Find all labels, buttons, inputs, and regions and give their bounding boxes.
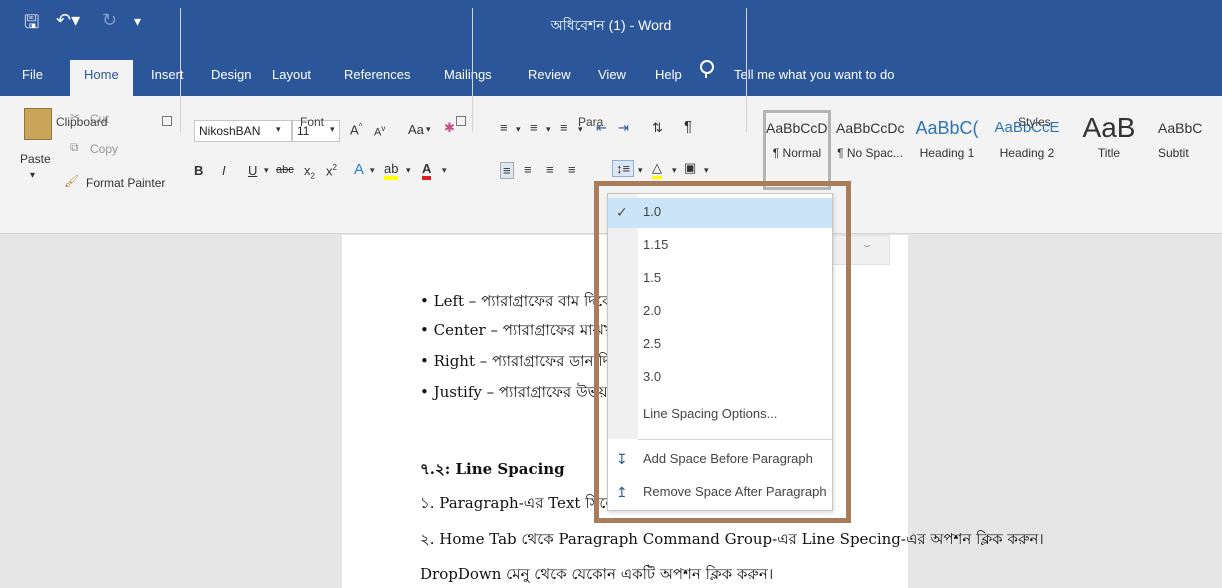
style-name: ¶ No Spac...	[837, 146, 903, 160]
style-name: Subtit	[1158, 146, 1189, 160]
numbering-dropdown-icon[interactable]: ▾	[546, 124, 551, 135]
group-divider	[472, 8, 473, 132]
superscript-icon[interactable]: x2	[326, 163, 337, 178]
paste-icon[interactable]	[24, 108, 52, 140]
style-preview: AaBbC(	[915, 118, 979, 138]
tab-home[interactable]: Home	[70, 60, 133, 96]
tab-layout[interactable]: Layout	[272, 64, 311, 96]
tab-references[interactable]: References	[344, 64, 410, 96]
style-name: Heading 1	[919, 146, 975, 160]
clipboard-group-label: Clipboard	[56, 115, 108, 129]
style-preview: AaBbCcDc	[836, 120, 904, 136]
multilevel-list-icon[interactable]: ≡	[560, 120, 568, 135]
font-size-dropdown-icon[interactable]: ▾	[330, 124, 335, 135]
change-case-dropdown-icon[interactable]: ▾	[426, 124, 431, 135]
style-no-spacing[interactable]: AaBbCcDc ¶ No Spac...	[836, 110, 904, 168]
line-spacing-button[interactable]: ↕≡	[612, 160, 635, 177]
borders-dropdown-icon[interactable]: ▾	[704, 165, 709, 176]
shading-dropdown-icon[interactable]: ▾	[672, 165, 677, 176]
clipboard-launcher-icon[interactable]	[162, 116, 172, 126]
shading-icon[interactable]: △	[652, 160, 662, 179]
doc-line: ২. Home Tab থেকে Paragraph Command Group…	[420, 530, 1044, 548]
subscript-icon[interactable]: x2	[304, 163, 315, 181]
tab-mailings[interactable]: Mailings	[444, 64, 492, 96]
borders-icon[interactable]: ▣	[684, 160, 696, 176]
bullets-icon[interactable]: ≡	[500, 120, 508, 135]
tab-design[interactable]: Design	[211, 64, 251, 96]
copy-button[interactable]: Copy	[90, 142, 118, 156]
style-subtitle[interactable]: AaBbC Subtit	[1158, 110, 1222, 168]
highlight-color-icon[interactable]: ab	[384, 162, 399, 180]
doc-line: DropDown মেনু থেকে যেকোন একটি অপশন ক্লিক…	[420, 565, 774, 583]
change-case-button[interactable]: Aa	[408, 122, 424, 137]
style-preview: AaBbC	[1158, 120, 1203, 136]
group-divider	[180, 8, 181, 132]
grow-font-icon[interactable]: A^	[350, 122, 362, 137]
italic-icon[interactable]: I	[222, 163, 226, 178]
clear-formatting-icon[interactable]: ✱	[444, 120, 455, 136]
shrink-font-icon[interactable]: Av	[374, 124, 385, 139]
format-painter-icon: 🖌	[64, 174, 80, 188]
tab-file[interactable]: File	[22, 64, 43, 96]
normal-style-selected-frame	[763, 110, 831, 190]
increase-indent-icon[interactable]: ⇥	[618, 120, 629, 136]
sort-icon[interactable]: ⇅	[652, 120, 663, 136]
paste-button[interactable]: Paste	[20, 152, 51, 166]
tell-me-search[interactable]: Tell me what you want to do	[734, 64, 894, 96]
font-name-dropdown-icon[interactable]: ▾	[276, 124, 281, 135]
style-heading-1[interactable]: AaBbC( Heading 1	[910, 110, 984, 168]
doc-heading: ৭.২: Line Spacing	[420, 460, 565, 478]
paragraph-group-label: Para	[578, 115, 604, 129]
title-bar: 🖫 ↶▾ ↻ ▾ অধিবেশন (1) - Word	[0, 0, 1222, 54]
lightbulb-icon	[700, 60, 714, 78]
format-painter-button[interactable]: Format Painter	[86, 176, 165, 190]
show-formatting-icon[interactable]: ¶	[684, 118, 692, 135]
style-name: Heading 2	[999, 146, 1055, 160]
ruler-marker-icon: ⏟	[864, 236, 870, 247]
strikethrough-icon[interactable]: abc	[276, 164, 294, 176]
bold-icon[interactable]: B	[194, 163, 203, 178]
numbering-icon[interactable]: ≡	[530, 120, 538, 135]
align-left-icon[interactable]: ≡	[500, 162, 514, 179]
font-color-icon[interactable]: A	[422, 161, 432, 180]
justify-icon[interactable]: ≡	[568, 162, 576, 177]
tab-help[interactable]: Help	[655, 64, 682, 96]
style-title[interactable]: AaB Title	[1072, 110, 1146, 168]
highlight-dropdown-icon[interactable]: ▾	[406, 165, 411, 176]
line-spacing-dropdown-icon[interactable]: ▾	[638, 165, 643, 176]
paste-dropdown-icon[interactable]: ▾	[30, 170, 35, 181]
group-divider	[746, 8, 747, 132]
style-preview: AaB	[1082, 112, 1136, 143]
font-launcher-icon[interactable]	[456, 116, 466, 126]
font-color-dropdown-icon[interactable]: ▾	[442, 165, 447, 176]
underline-dropdown-icon[interactable]: ▾	[264, 165, 269, 176]
style-name: Title	[1097, 146, 1121, 160]
window-title: অধিবেশন (1) - Word	[550, 17, 672, 33]
underline-icon[interactable]: U	[248, 163, 257, 178]
align-right-icon[interactable]: ≡	[546, 162, 554, 177]
ribbon-tabs: File Home Insert Design Layout Reference…	[0, 54, 1222, 96]
tab-view[interactable]: View	[598, 64, 626, 96]
text-effects-dropdown-icon[interactable]: ▾	[370, 165, 375, 176]
annotation-highlight-frame	[594, 181, 851, 523]
bullets-dropdown-icon[interactable]: ▾	[516, 124, 521, 135]
styles-group-label: Styles	[1018, 115, 1051, 129]
text-effects-icon[interactable]: A	[354, 161, 364, 178]
tab-insert[interactable]: Insert	[151, 64, 184, 96]
tab-review[interactable]: Review	[528, 64, 571, 96]
font-group-label: Font	[300, 115, 325, 129]
align-center-icon[interactable]: ≡	[524, 162, 532, 177]
copy-icon: ⧉	[70, 140, 79, 154]
